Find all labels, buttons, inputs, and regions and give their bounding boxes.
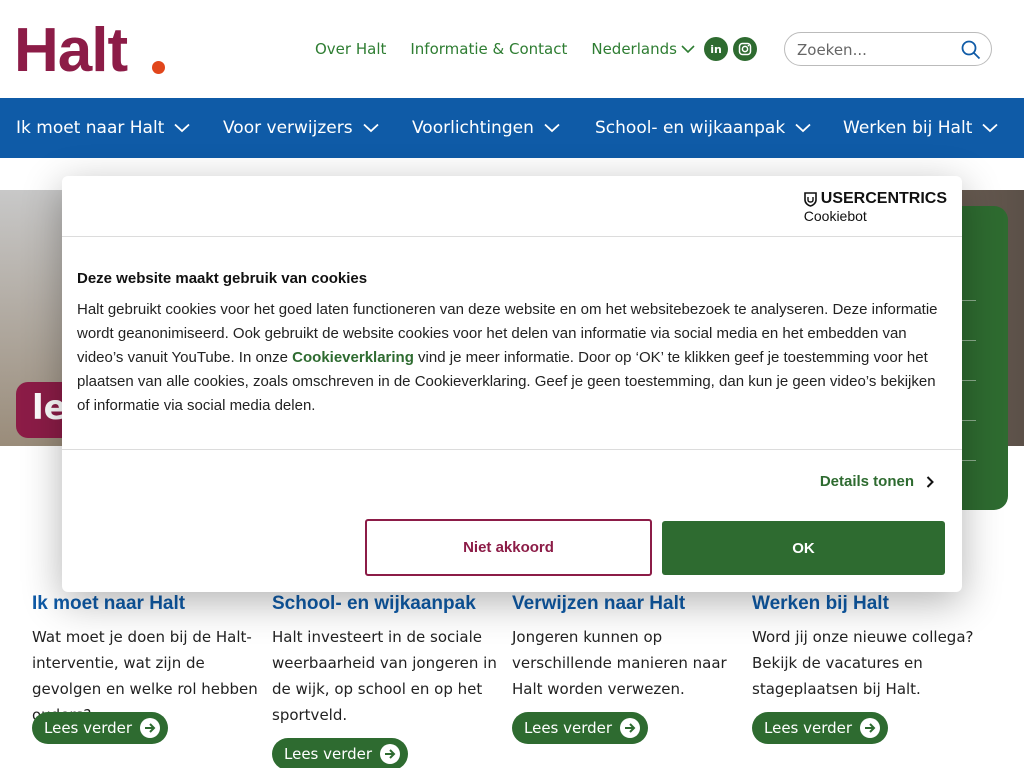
language-label: Nederlands	[591, 40, 677, 58]
brand-text: USERCENTRICS	[820, 190, 947, 207]
site-header: Halt Over Halt Informatie & Contact Nede…	[0, 0, 1024, 98]
cookie-consent-dialog: USERCENTRICS Cookiebot Deze website maak…	[62, 176, 962, 592]
dialog-divider	[62, 449, 962, 450]
language-selector[interactable]: Nederlands	[591, 38, 695, 60]
card-title[interactable]: Verwijzen naar Halt	[512, 592, 744, 616]
nav-werken-bij-halt[interactable]: Werken bij Halt	[843, 98, 998, 158]
link-informatie-contact[interactable]: Informatie & Contact	[410, 38, 567, 60]
chevron-down-icon	[795, 123, 811, 133]
shield-icon	[803, 191, 817, 207]
nav-school-en-wijkaanpak[interactable]: School- en wijkaanpak	[595, 98, 811, 158]
social-links: in	[704, 37, 757, 61]
nav-label: School- en wijkaanpak	[595, 118, 786, 138]
cookieverklaring-link[interactable]: Cookieverklaring	[292, 349, 414, 366]
arrow-right-icon	[140, 718, 160, 738]
card-verwijzen-naar-halt: Verwijzen naar Halt Jongeren kunnen op v…	[512, 592, 744, 702]
chevron-right-icon	[926, 475, 934, 488]
search-input[interactable]	[797, 39, 957, 61]
linkedin-icon[interactable]: in	[704, 37, 728, 61]
nav-voor-verwijzers[interactable]: Voor verwijzers	[223, 98, 379, 158]
nav-label: Werken bij Halt	[843, 118, 973, 138]
nav-label: Voorlichtingen	[412, 118, 534, 138]
arrow-right-icon	[380, 744, 400, 764]
usercentrics-logo: USERCENTRICS Cookiebot	[804, 190, 947, 224]
instagram-icon[interactable]	[733, 37, 757, 61]
lees-verder-button[interactable]: Lees verder	[32, 712, 168, 744]
nav-ik-moet-naar-halt[interactable]: Ik moet naar Halt	[16, 98, 190, 158]
lees-verder-button[interactable]: Lees verder	[512, 712, 648, 744]
button-label: Lees verder	[44, 719, 133, 737]
main-nav: Ik moet naar Halt Voor verwijzers Voorli…	[0, 98, 1024, 158]
chevron-down-icon	[362, 123, 379, 133]
search-icon[interactable]	[961, 40, 981, 60]
card-ik-moet-naar-halt: Ik moet naar Halt Wat moet je doen bij d…	[32, 592, 264, 728]
arrow-right-icon	[620, 718, 640, 738]
card-title[interactable]: Ik moet naar Halt	[32, 592, 264, 616]
lees-verder-button[interactable]: Lees verder	[272, 738, 408, 768]
top-links: Over Halt Informatie & Contact Nederland…	[315, 38, 695, 60]
card-text: Word jij onze nieuwe collega? Bekijk de …	[752, 628, 974, 698]
dialog-title: Deze website maakt gebruik van cookies	[77, 270, 368, 287]
button-label: Lees verder	[524, 719, 613, 737]
nav-voorlichtingen[interactable]: Voorlichtingen	[412, 98, 560, 158]
nav-label: Ik moet naar Halt	[16, 118, 165, 138]
button-label: Lees verder	[284, 745, 373, 763]
arrow-right-icon	[860, 718, 880, 738]
link-over-halt[interactable]: Over Halt	[315, 38, 386, 60]
details-toggle[interactable]: Details tonen	[820, 473, 934, 490]
card-text: Halt investeert in de sociale weerbaarhe…	[272, 628, 497, 724]
button-label: Lees verder	[764, 719, 853, 737]
details-label: Details tonen	[819, 473, 914, 490]
dialog-body: Halt gebruikt cookies voor het goed late…	[77, 298, 947, 418]
card-school-en-wijkaanpak: School- en wijkaanpak Halt investeert in…	[272, 592, 504, 728]
nav-label: Voor verwijzers	[223, 118, 353, 138]
usercentrics-brand: USERCENTRICS	[803, 190, 947, 208]
chevron-down-icon	[982, 123, 998, 133]
cookiebot-text: Cookiebot	[803, 208, 867, 224]
chevron-down-icon	[544, 123, 560, 133]
card-werken-bij-halt: Werken bij Halt Word jij onze nieuwe col…	[752, 592, 984, 702]
chevron-down-icon	[174, 123, 190, 133]
logo-dot	[152, 61, 165, 74]
search-box	[784, 32, 992, 66]
dialog-divider	[62, 236, 962, 237]
card-title[interactable]: School- en wijkaanpak	[272, 592, 504, 616]
card-text: Jongeren kunnen op verschillende maniere…	[512, 628, 727, 698]
accept-button[interactable]: OK	[662, 521, 945, 575]
reject-button[interactable]: Niet akkoord	[365, 519, 652, 576]
chevron-down-icon	[681, 45, 695, 54]
lees-verder-button[interactable]: Lees verder	[752, 712, 888, 744]
halt-logo[interactable]: Halt	[14, 20, 128, 82]
card-title[interactable]: Werken bij Halt	[752, 592, 984, 616]
